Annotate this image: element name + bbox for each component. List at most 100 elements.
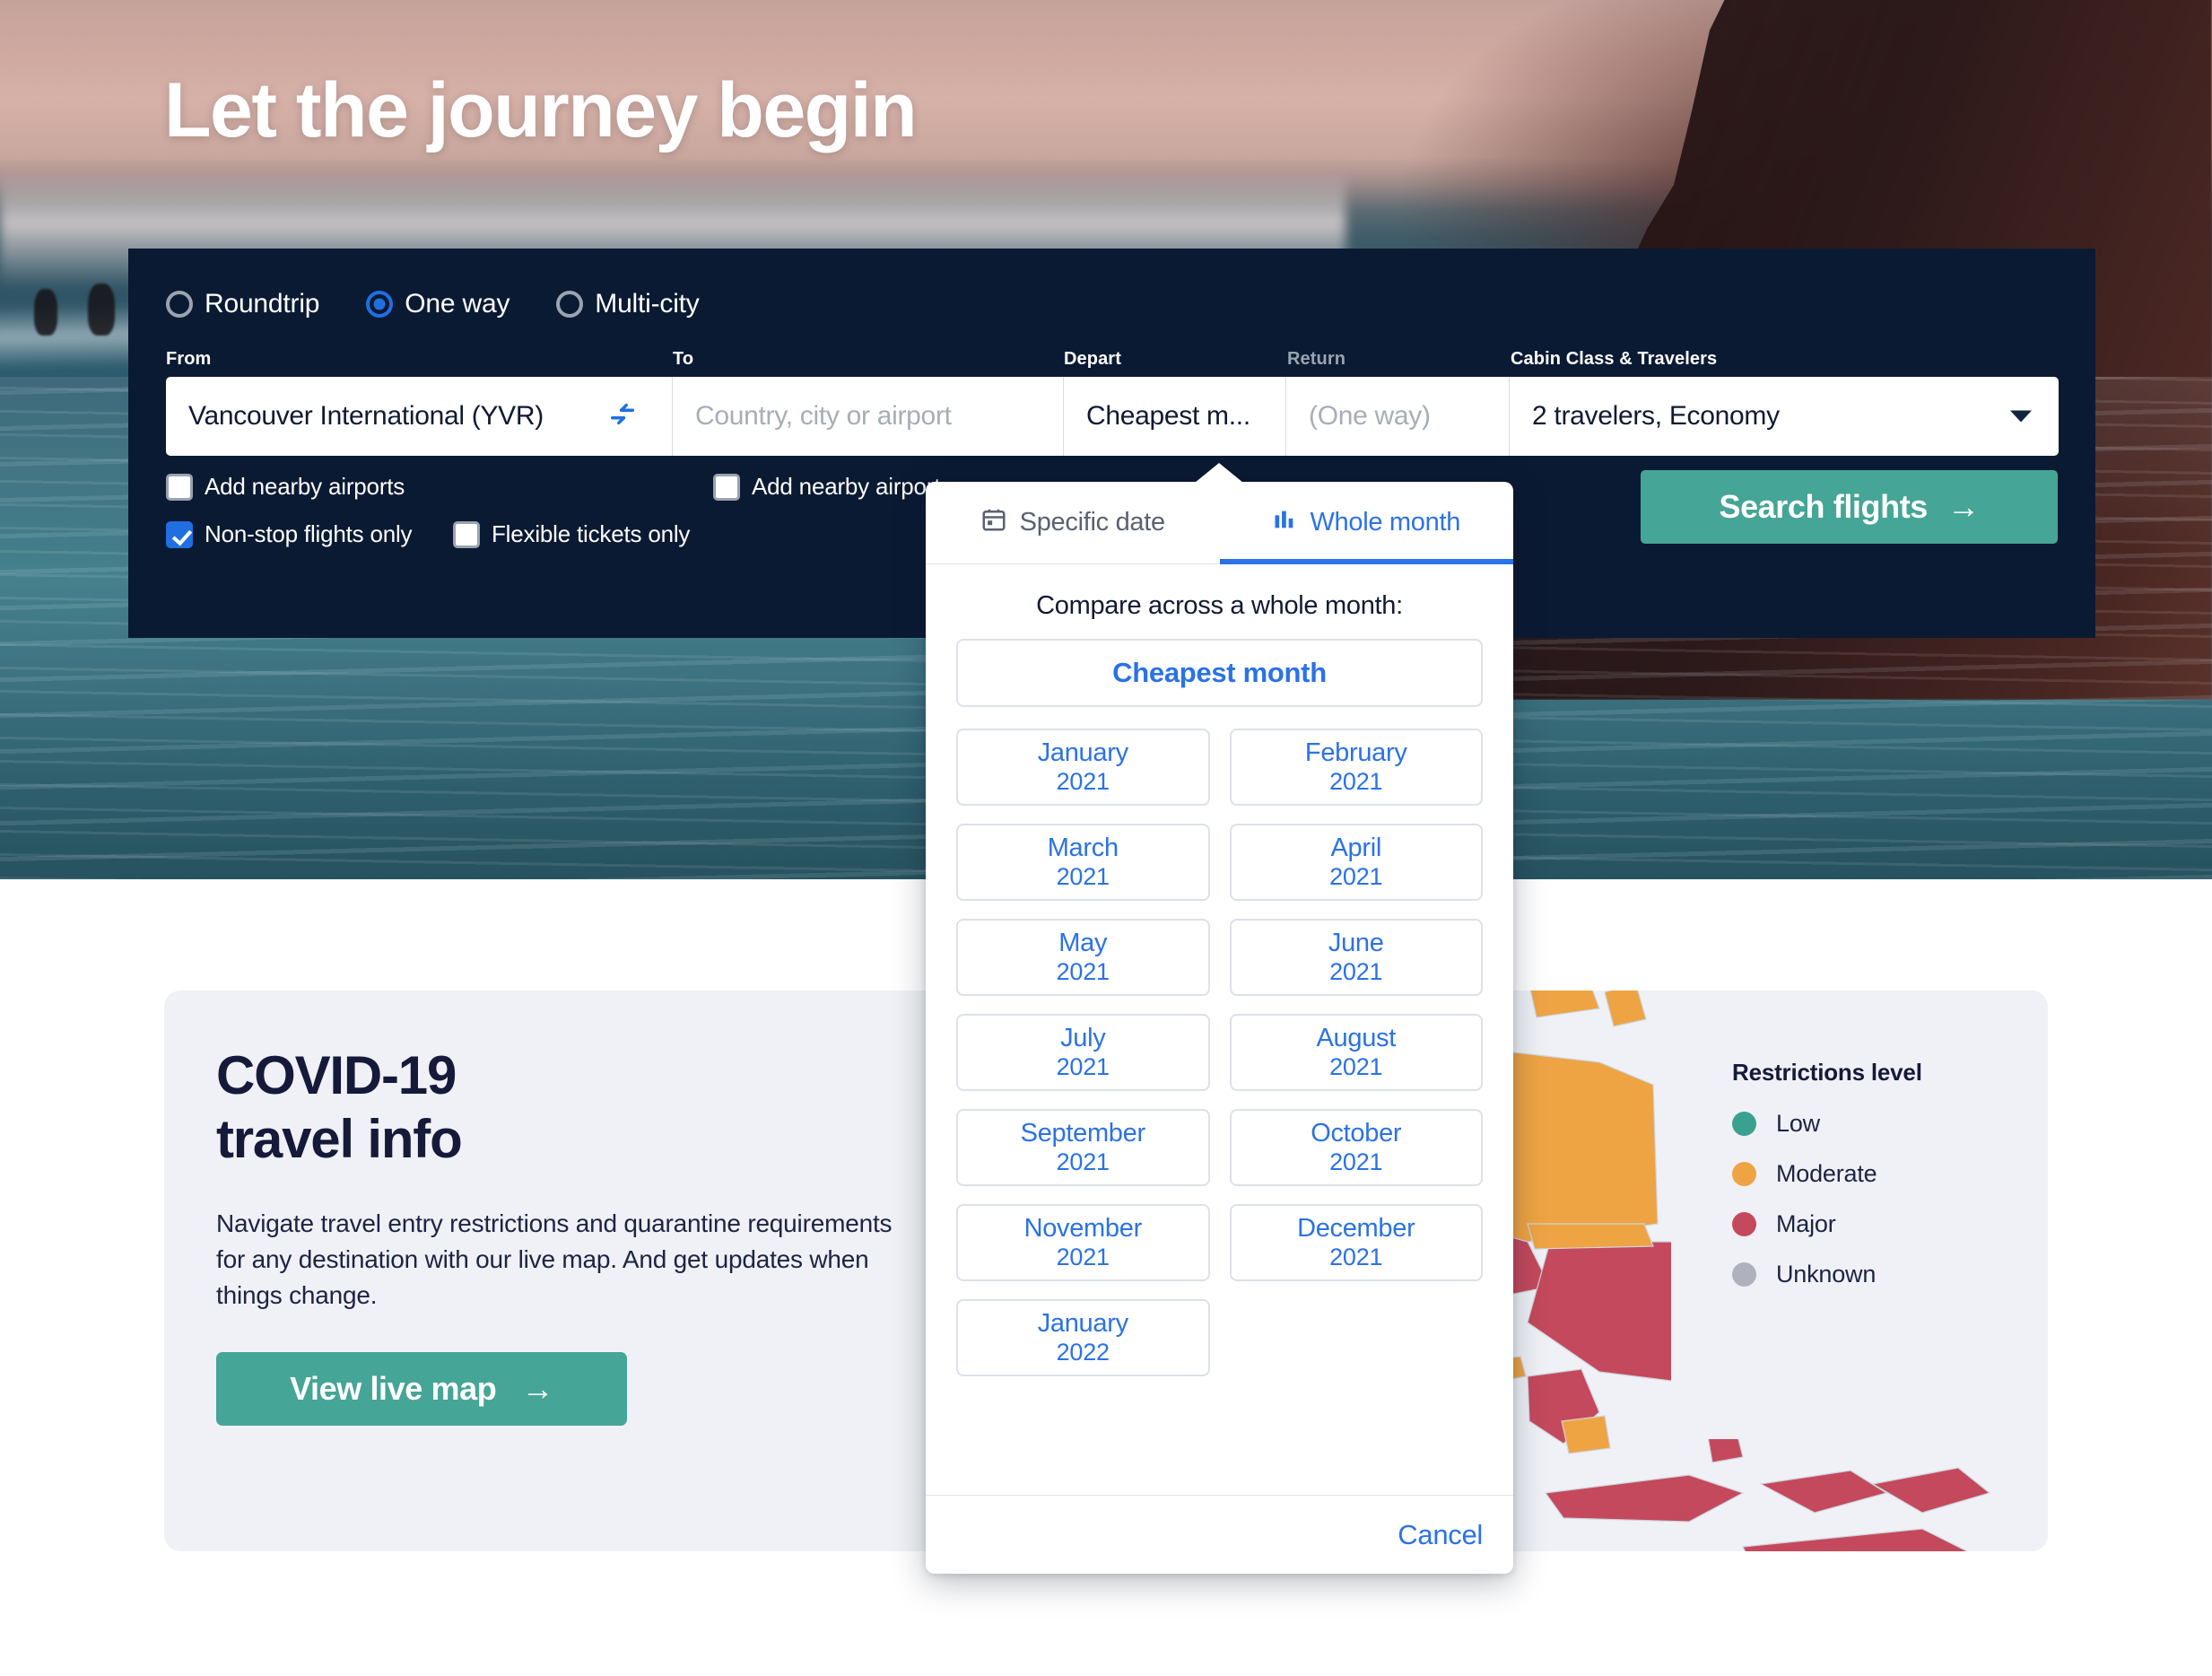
to-field[interactable]: Country, city or airport <box>673 377 1064 456</box>
tab-specific-date[interactable]: Specific date <box>926 482 1220 563</box>
month-name: October <box>1311 1118 1402 1148</box>
radio-one-way-icon[interactable] <box>366 291 394 318</box>
return-field[interactable]: (One way) <box>1286 377 1510 456</box>
radio-multi-city-icon[interactable] <box>556 291 584 318</box>
trip-type-one-way[interactable]: One way <box>366 289 509 319</box>
legend-item: Unknown <box>1732 1261 1992 1288</box>
checkbox-label: Flexible tickets only <box>492 520 691 547</box>
checkbox-non-stop-flights[interactable]: Non-stop flights only <box>166 520 453 548</box>
month-button[interactable]: May 2021 <box>956 919 1210 996</box>
field-labels-row: From To Depart Return Cabin Class & Trav… <box>166 349 2059 372</box>
checkbox-add-nearby-from[interactable]: Add nearby airports <box>166 473 713 501</box>
month-button[interactable]: March 2021 <box>956 824 1210 901</box>
month-year: 2021 <box>1056 1148 1110 1176</box>
month-button[interactable]: April 2021 <box>1229 824 1483 901</box>
legend-label: Moderate <box>1776 1160 1877 1187</box>
legend-label: Unknown <box>1776 1261 1877 1288</box>
swap-airports-icon[interactable] <box>607 399 638 434</box>
month-year: 2021 <box>1056 863 1110 891</box>
trip-type-label: Roundtrip <box>205 289 320 319</box>
legend-color-dot <box>1732 1212 1756 1236</box>
checkbox-box-icon[interactable] <box>453 520 480 548</box>
depart-date-dropdown: Specific date Whole month Compare across… <box>926 463 1513 1574</box>
checkbox-checked-icon[interactable] <box>166 520 193 548</box>
month-year: 2021 <box>1056 1244 1110 1271</box>
legend-color-dot <box>1732 1262 1756 1287</box>
month-year: 2021 <box>1329 1053 1383 1081</box>
month-name: August <box>1316 1023 1397 1052</box>
trip-type-roundtrip[interactable]: Roundtrip <box>166 289 319 319</box>
month-year: 2021 <box>1056 768 1110 796</box>
legend-label: Major <box>1776 1210 1836 1237</box>
checkbox-add-nearby-to[interactable]: Add nearby airports <box>713 473 952 501</box>
tab-label: Whole month <box>1310 508 1461 537</box>
trip-type-group: Roundtrip One way Multi-city <box>166 289 746 319</box>
month-button[interactable]: January 2022 <box>956 1299 1210 1376</box>
cheapest-month-button[interactable]: Cheapest month <box>956 639 1483 707</box>
month-button[interactable]: June 2021 <box>1229 919 1483 996</box>
covid-heading: COVID-19 travel info <box>216 1044 961 1172</box>
legend-title: Restrictions level <box>1732 1059 1922 1086</box>
search-fields-row: Vancouver International (YVR) Country, c… <box>166 377 2059 456</box>
search-flights-button[interactable]: Search flights → <box>1641 470 2058 544</box>
search-options-row-1: Add nearby airports Add nearby airports <box>166 473 952 501</box>
page-title: Let the journey begin <box>164 67 918 153</box>
cabin-travelers-field[interactable]: 2 travelers, Economy <box>1510 377 2059 456</box>
month-name: June <box>1328 928 1384 957</box>
month-name: February <box>1304 738 1407 767</box>
search-flights-label: Search flights <box>1719 488 1928 525</box>
covid-paragraph: Navigate travel entry restrictions and q… <box>216 1209 893 1310</box>
legend-item: Low <box>1732 1110 1992 1138</box>
search-options: Add nearby airports Add nearby airports … <box>166 473 952 568</box>
label-to: To <box>673 349 694 369</box>
month-year: 2021 <box>1329 863 1383 891</box>
from-value: Vancouver International (YVR) <box>188 401 544 431</box>
to-placeholder: Country, city or airport <box>695 401 952 431</box>
month-year: 2021 <box>1056 958 1110 986</box>
month-button[interactable]: September 2021 <box>956 1109 1210 1186</box>
restrictions-legend: Restrictions level Low Moderate Major Unkno… <box>1732 1059 1992 1311</box>
dropdown-tabs: Specific date Whole month <box>926 482 1513 564</box>
dropdown-footer: Cancel <box>926 1495 1513 1574</box>
depart-field[interactable]: Cheapest m... <box>1064 377 1286 456</box>
from-field[interactable]: Vancouver International (YVR) <box>166 377 673 456</box>
month-button[interactable]: November 2021 <box>956 1204 1210 1281</box>
checkbox-label: Add nearby airports <box>205 473 405 500</box>
legend-item: Major <box>1732 1210 1992 1238</box>
month-button[interactable]: October 2021 <box>1229 1109 1483 1186</box>
calendar-icon <box>980 506 1007 540</box>
checkbox-box-icon[interactable] <box>166 473 193 501</box>
chevron-down-icon[interactable] <box>2010 410 2032 423</box>
month-button[interactable]: July 2021 <box>956 1014 1210 1091</box>
covid-heading-line2: travel info <box>216 1108 463 1169</box>
month-button[interactable]: December 2021 <box>1229 1204 1483 1281</box>
radio-roundtrip-icon[interactable] <box>166 291 193 318</box>
cancel-button[interactable]: Cancel <box>1398 1519 1483 1551</box>
month-grid: January 2021 February 2021 March 2021 April 202… <box>956 729 1483 1376</box>
month-button[interactable]: January 2021 <box>956 729 1210 806</box>
legend-color-dot <box>1732 1112 1756 1136</box>
legend-label: Low <box>1776 1110 1820 1137</box>
month-name: April <box>1330 833 1381 862</box>
checkbox-flexible-tickets[interactable]: Flexible tickets only <box>453 520 690 548</box>
month-button[interactable]: February 2021 <box>1229 729 1483 806</box>
dropdown-heading: Compare across a whole month: <box>1036 591 1403 620</box>
trip-type-multi-city[interactable]: Multi-city <box>556 289 700 319</box>
month-year: 2021 <box>1056 1053 1110 1081</box>
tab-label: Specific date <box>1019 508 1165 537</box>
month-name: December <box>1297 1213 1415 1243</box>
month-name: March <box>1047 833 1119 862</box>
view-live-map-button[interactable]: View live map → <box>216 1351 627 1426</box>
legend-item: Moderate <box>1732 1160 1992 1188</box>
trip-type-label: Multi-city <box>595 289 700 319</box>
tab-whole-month[interactable]: Whole month <box>1219 482 1514 564</box>
month-name: May <box>1058 928 1108 957</box>
hero-swimmer-decoration <box>88 284 115 336</box>
month-year: 2021 <box>1329 958 1383 986</box>
arrow-right-icon: → <box>521 1369 553 1407</box>
month-button[interactable]: August 2021 <box>1229 1014 1483 1091</box>
hero-swimmer-decoration <box>34 289 57 336</box>
checkbox-box-icon[interactable] <box>713 473 740 501</box>
month-name: September <box>1020 1118 1145 1148</box>
arrow-right-icon: → <box>1946 488 1980 525</box>
